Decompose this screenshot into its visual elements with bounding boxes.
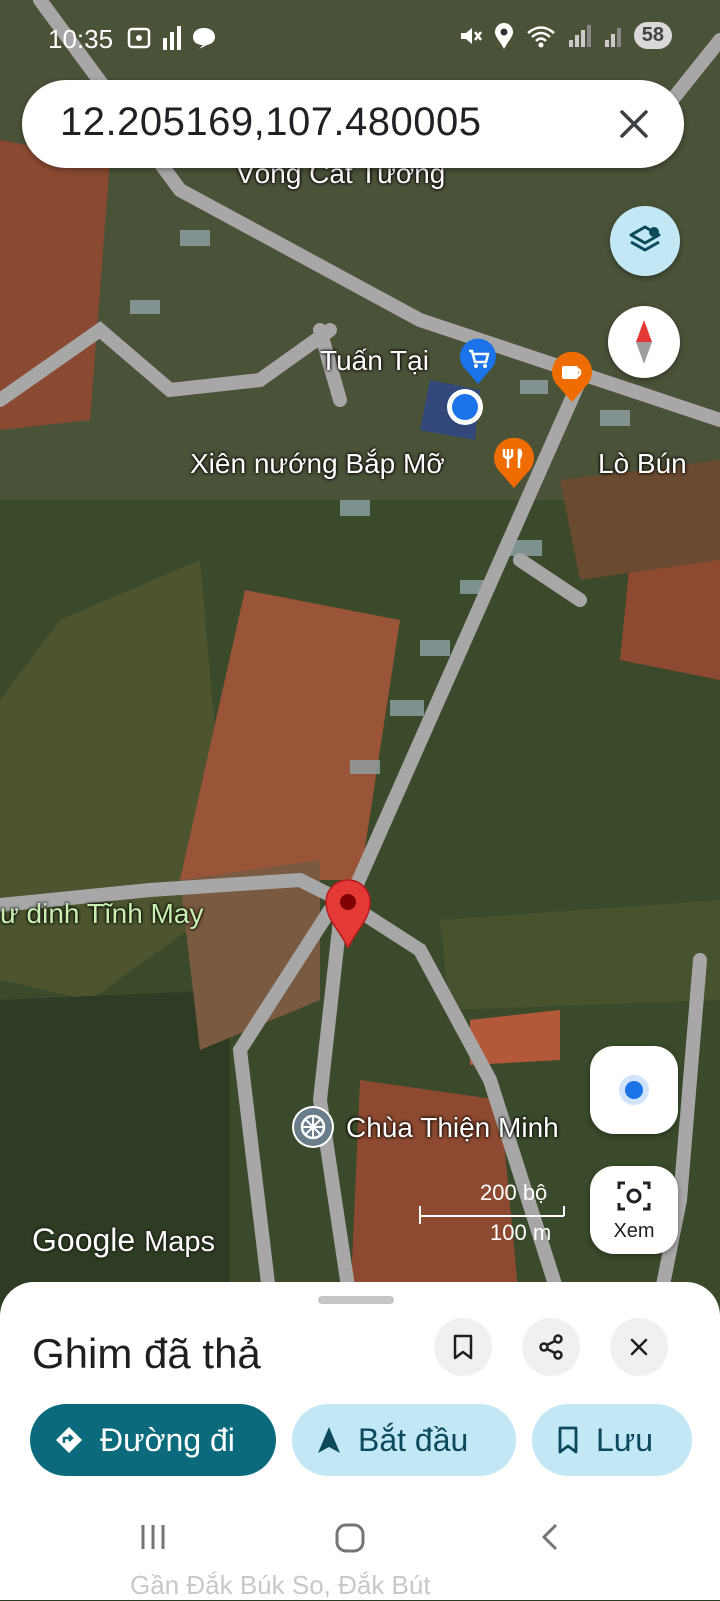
- directions-label: Đường đi: [100, 1421, 235, 1458]
- map-scale: 200 bộ 100 m: [418, 1180, 568, 1250]
- cell-signal-2-icon: [604, 27, 621, 47]
- directions-icon: [56, 1427, 82, 1453]
- google-maps-watermark: Google Maps: [32, 1222, 215, 1259]
- scale-metric: 100 m: [490, 1220, 552, 1245]
- bookmark-outline-icon: [558, 1426, 578, 1454]
- directions-button[interactable]: Đường đi: [30, 1404, 276, 1476]
- map-label-lo-bun[interactable]: Lò Bún: [598, 448, 687, 480]
- layers-icon: [629, 225, 661, 252]
- battery-indicator: 58: [633, 22, 672, 49]
- search-query[interactable]: 12.205169,107.480005: [60, 100, 482, 145]
- dropped-pin-icon[interactable]: [322, 876, 374, 948]
- shopping-cart-icon[interactable]: [458, 338, 498, 384]
- navigation-arrow-icon: [318, 1427, 340, 1453]
- map-label-dinh-tinh-may[interactable]: ư dinh Tĩnh May: [0, 898, 203, 930]
- status-icons-right: 58: [458, 22, 672, 49]
- chat-icon: [193, 28, 215, 49]
- signal-bars-icon: [163, 26, 181, 50]
- home-icon[interactable]: [334, 1522, 366, 1554]
- cell-signal-icon: [568, 24, 591, 47]
- sheet-title: Ghim đã thả: [32, 1330, 261, 1377]
- status-time: 10:35: [48, 24, 114, 54]
- bookmark-icon: [453, 1334, 473, 1360]
- map-label-tuan-tai[interactable]: Tuấn Tại: [320, 345, 429, 377]
- recent-apps-icon[interactable]: [138, 1522, 168, 1552]
- save-bookmark-button[interactable]: [434, 1318, 492, 1376]
- save-button[interactable]: Lưu: [532, 1404, 692, 1476]
- status-bar: 10:35 58: [0, 0, 720, 80]
- map-label-chua-thien-minh[interactable]: Chùa Thiện Minh: [346, 1112, 559, 1144]
- start-label: Bắt đầu: [358, 1421, 469, 1458]
- layers-button[interactable]: [610, 206, 680, 276]
- cafe-icon[interactable]: [550, 352, 594, 402]
- save-label: Lưu: [596, 1421, 654, 1458]
- system-nav-bar: [0, 1490, 720, 1600]
- share-icon: [539, 1334, 563, 1360]
- restaurant-icon[interactable]: [492, 438, 536, 488]
- watermark-google: Google: [32, 1222, 136, 1258]
- temple-icon[interactable]: [290, 1104, 336, 1150]
- location-icon: [494, 22, 513, 49]
- mute-icon: [460, 27, 482, 44]
- share-button[interactable]: [522, 1318, 580, 1376]
- lens-label: Xem: [613, 1220, 655, 1242]
- current-location-dot: [447, 389, 483, 425]
- start-button[interactable]: Bắt đầu: [292, 1404, 516, 1476]
- compass-button[interactable]: [608, 306, 680, 378]
- watermark-maps: Maps: [144, 1226, 215, 1258]
- close-icon: [630, 1338, 648, 1356]
- wifi-icon: [526, 25, 555, 47]
- my-location-button[interactable]: [590, 1046, 678, 1134]
- map-label-xien-nuong[interactable]: Xiên nướng Bắp Mỡ: [190, 448, 445, 480]
- screenshot-icon: [127, 27, 151, 49]
- back-icon[interactable]: [538, 1522, 562, 1552]
- scale-imperial: 200 bộ: [480, 1180, 548, 1205]
- status-icons-left: [126, 26, 216, 50]
- lens-view-button[interactable]: Xem: [590, 1166, 678, 1254]
- compass-icon: [636, 320, 652, 364]
- clear-search-icon[interactable]: [612, 102, 656, 146]
- search-bar[interactable]: 12.205169,107.480005: [22, 80, 684, 168]
- my-location-icon: [619, 1075, 649, 1105]
- sheet-drag-handle[interactable]: [318, 1296, 394, 1304]
- close-sheet-button[interactable]: [610, 1318, 668, 1376]
- camera-lens-icon: [617, 1181, 651, 1211]
